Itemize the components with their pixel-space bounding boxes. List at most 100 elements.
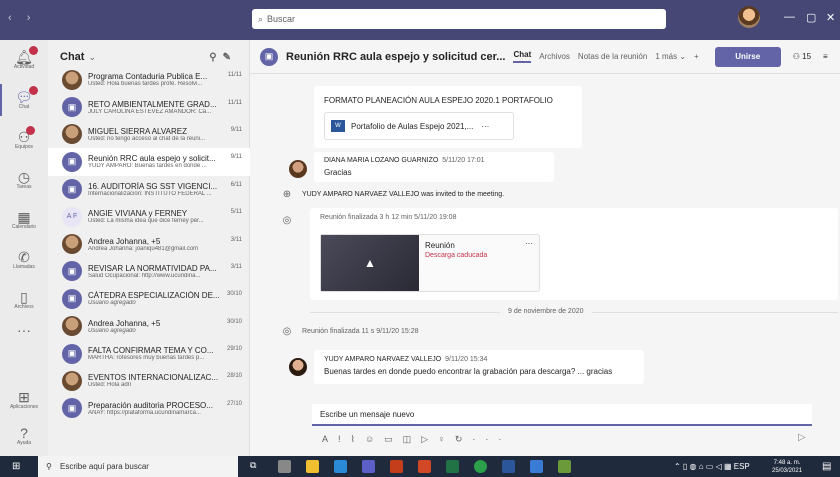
compose-input[interactable]: Escribe un mensaje nuevo xyxy=(312,404,812,426)
chat-preview: JULY CAROLINA ESTEVEZ AMANDOR: Ca... xyxy=(88,108,212,115)
recording-card[interactable]: ▲ Reunión Descarga caducada ··· xyxy=(320,234,540,292)
search-icon: ⚲ xyxy=(46,462,52,471)
avatar[interactable] xyxy=(289,160,307,178)
participants-count[interactable]: ⚇ 15 xyxy=(793,52,811,61)
close-icon[interactable]: ✕ xyxy=(826,11,835,24)
rail-apps[interactable]: ⊞ Aplicaciones xyxy=(0,380,48,420)
excel-icon[interactable] xyxy=(446,460,459,473)
tab-chat[interactable]: Chat xyxy=(513,50,532,63)
chat-preview: Internacionalización: INSTITUTO FEDERAL … xyxy=(88,190,212,197)
list-item[interactable]: ▣ Reunión RRC aula espejo y solicit... 9/1… xyxy=(48,148,250,176)
praise-icon[interactable]: ♀ xyxy=(438,434,455,444)
tab-more[interactable]: 1 más ⌄ xyxy=(655,52,686,61)
list-item[interactable]: EVENTOS INTERNACIONALIZAC... 28/10 Usted: … xyxy=(48,367,250,394)
maximize-icon[interactable]: ▢ xyxy=(806,11,816,24)
search-placeholder: Buscar xyxy=(267,14,296,24)
chat-name: Preparación auditoria PROCESO... xyxy=(88,400,213,410)
chat-preview: YUDY AMPARO: Buenas tardes en donde ... xyxy=(88,163,207,170)
profile-avatar[interactable] xyxy=(738,6,760,28)
photos-icon[interactable] xyxy=(334,460,347,473)
help-icon: ? xyxy=(20,425,28,441)
sticker-icon[interactable]: ◫ xyxy=(403,434,422,444)
taskbar-search[interactable]: ⚲ Escribe aquí para buscar xyxy=(38,456,238,477)
list-item[interactable]: MIGUEL SIERRA ALVAREZ 9/11 Usted: no tengo… xyxy=(48,121,250,148)
system-tray[interactable]: ⌃ ▯ ◍ ⌂ ▭ ◁ ▦ ESP xyxy=(674,462,750,471)
app-icon[interactable] xyxy=(278,460,291,473)
loop-icon[interactable]: ↻ xyxy=(455,434,473,444)
tab-files[interactable]: Archivos xyxy=(539,52,570,61)
rail-help[interactable]: ? Ayuda xyxy=(0,416,48,456)
attach-icon[interactable]: ⌇ xyxy=(351,434,365,444)
add-tab-icon[interactable]: + xyxy=(694,52,699,61)
join-button[interactable]: Unirse xyxy=(714,46,781,67)
gif-icon[interactable]: ▭ xyxy=(384,434,403,444)
task-view-icon[interactable]: ⧉ xyxy=(250,460,263,473)
chat-preview: Usuario agregado xyxy=(88,300,136,307)
rail-teams[interactable]: ⚇ Equipos xyxy=(0,120,48,160)
powerpoint-icon[interactable] xyxy=(418,460,431,473)
minimize-icon[interactable]: — xyxy=(784,11,795,23)
rail-chat[interactable]: 💬︎ Chat xyxy=(0,80,48,120)
list-item[interactable]: Programa Contaduria Publica E... 11/11 Ust… xyxy=(48,66,250,93)
filter-icon[interactable]: ⚲ xyxy=(209,52,222,63)
chat-name: MIGUEL SIERRA ALVAREZ xyxy=(88,126,187,136)
chrome-icon[interactable] xyxy=(474,460,487,473)
nav-arrows[interactable]: ‹ › xyxy=(8,12,36,24)
meet-now-icon[interactable]: ▷ xyxy=(421,434,438,444)
chat-preview: Usted: Hola adri xyxy=(88,382,132,389)
list-item[interactable]: Andrea Johanna, +5 30/10 Usuario agregado xyxy=(48,313,250,340)
list-item[interactable]: Andrea Johanna, +5 3/11 Andrea Johanna: jo… xyxy=(48,230,250,257)
notifications-icon[interactable]: ▤ xyxy=(822,461,831,472)
more-icon[interactable]: ··· xyxy=(472,434,511,444)
windows-start-icon[interactable]: ⊞ xyxy=(12,461,20,472)
message-yudy: YUDY AMPARO NARVAEZ VALLEJO 9/11/20 15:3… xyxy=(314,350,644,384)
zoom-icon[interactable] xyxy=(530,460,543,473)
list-item[interactable]: ▣ RETO AMBIENTALMENTE GRAD... 11/11 JULY CA… xyxy=(48,93,250,120)
app-icon[interactable] xyxy=(558,460,571,473)
chat-date: 9/11 xyxy=(230,126,242,133)
avatar xyxy=(62,124,82,145)
teams-app-icon[interactable] xyxy=(362,460,375,473)
chevron-down-icon[interactable]: ⌄ xyxy=(88,52,96,63)
chat-date: 30/10 xyxy=(226,291,242,298)
file-more-icon[interactable]: ··· xyxy=(481,122,489,131)
clock[interactable]: 7:48 a. m. 25/03/2021 xyxy=(772,459,802,475)
emoji-icon[interactable]: ☺ xyxy=(365,434,384,444)
file-attachment[interactable]: W Portafolio de Aulas Espejo 2021,... ··… xyxy=(324,112,514,140)
rail-tasks[interactable]: ◷ Tareas xyxy=(0,160,48,200)
tab-meeting-notes[interactable]: Notas de la reunión xyxy=(578,52,647,61)
more-apps-button[interactable]: ··· xyxy=(0,310,48,350)
meeting-icon: ▣ xyxy=(62,261,82,282)
meeting-ended-icon: ◎ xyxy=(282,326,292,337)
list-item[interactable]: ▣ FALTA CONFIRMAR TEMA Y CO... 29/10 MARTHA… xyxy=(48,340,250,367)
important-icon[interactable]: ! xyxy=(338,434,351,444)
message-author: DIANA MARIA LOZANO GUARNIZO xyxy=(324,157,439,164)
list-item[interactable]: A F ANGIE VIVIANA y FERNEY 5/11 Usted: La m… xyxy=(48,203,250,230)
file-explorer-icon[interactable] xyxy=(306,460,319,473)
search-input[interactable]: ⌕ Buscar xyxy=(252,9,666,29)
new-chat-icon[interactable]: ✎ xyxy=(223,52,237,63)
avatar[interactable] xyxy=(289,358,307,376)
ellipsis-icon: ··· xyxy=(17,322,31,338)
acrobat-icon[interactable] xyxy=(390,460,403,473)
more-options-icon[interactable]: ≡ xyxy=(823,52,828,61)
chat-name: 16. AUDITORÍA SG SST VIGENCI... xyxy=(88,181,218,191)
chat-date: 3/11 xyxy=(230,236,242,243)
list-item[interactable]: ▣ CÁTEDRA ESPECIALIZACIÓN DE... 30/10 Usuar… xyxy=(48,285,250,312)
apps-icon: ⊞ xyxy=(18,389,30,405)
message-time: 9/11/20 15:34 xyxy=(445,356,488,363)
rail-calls[interactable]: ✆ Llamadas xyxy=(0,240,48,280)
chat-date: 9/11 xyxy=(230,154,242,161)
list-item[interactable]: ▣ Preparación auditoria PROCESO... 27/10 AN… xyxy=(48,395,250,422)
chat-name: ANGIE VIVIANA y FERNEY xyxy=(88,209,188,219)
list-item[interactable]: ▣ 16. AUDITORÍA SG SST VIGENCI... 6/11 Inte… xyxy=(48,176,250,203)
format-icon[interactable]: A xyxy=(322,434,338,444)
word-icon[interactable] xyxy=(502,460,515,473)
recording-more-icon[interactable]: ··· xyxy=(525,239,533,248)
person-add-icon: ⊕ xyxy=(282,189,292,200)
send-button[interactable]: ▷ xyxy=(798,432,806,443)
conversation-header: ▣ Reunión RRC aula espejo y solicitud ce… xyxy=(250,40,840,74)
rail-calendar[interactable]: ▦ Calendario xyxy=(0,200,48,240)
list-item[interactable]: ▣ REVISAR LA NORMATIVIDAD PA... 3/11 Salud … xyxy=(48,258,250,285)
rail-activity[interactable]: 🔔︎ Actividad xyxy=(0,40,48,80)
